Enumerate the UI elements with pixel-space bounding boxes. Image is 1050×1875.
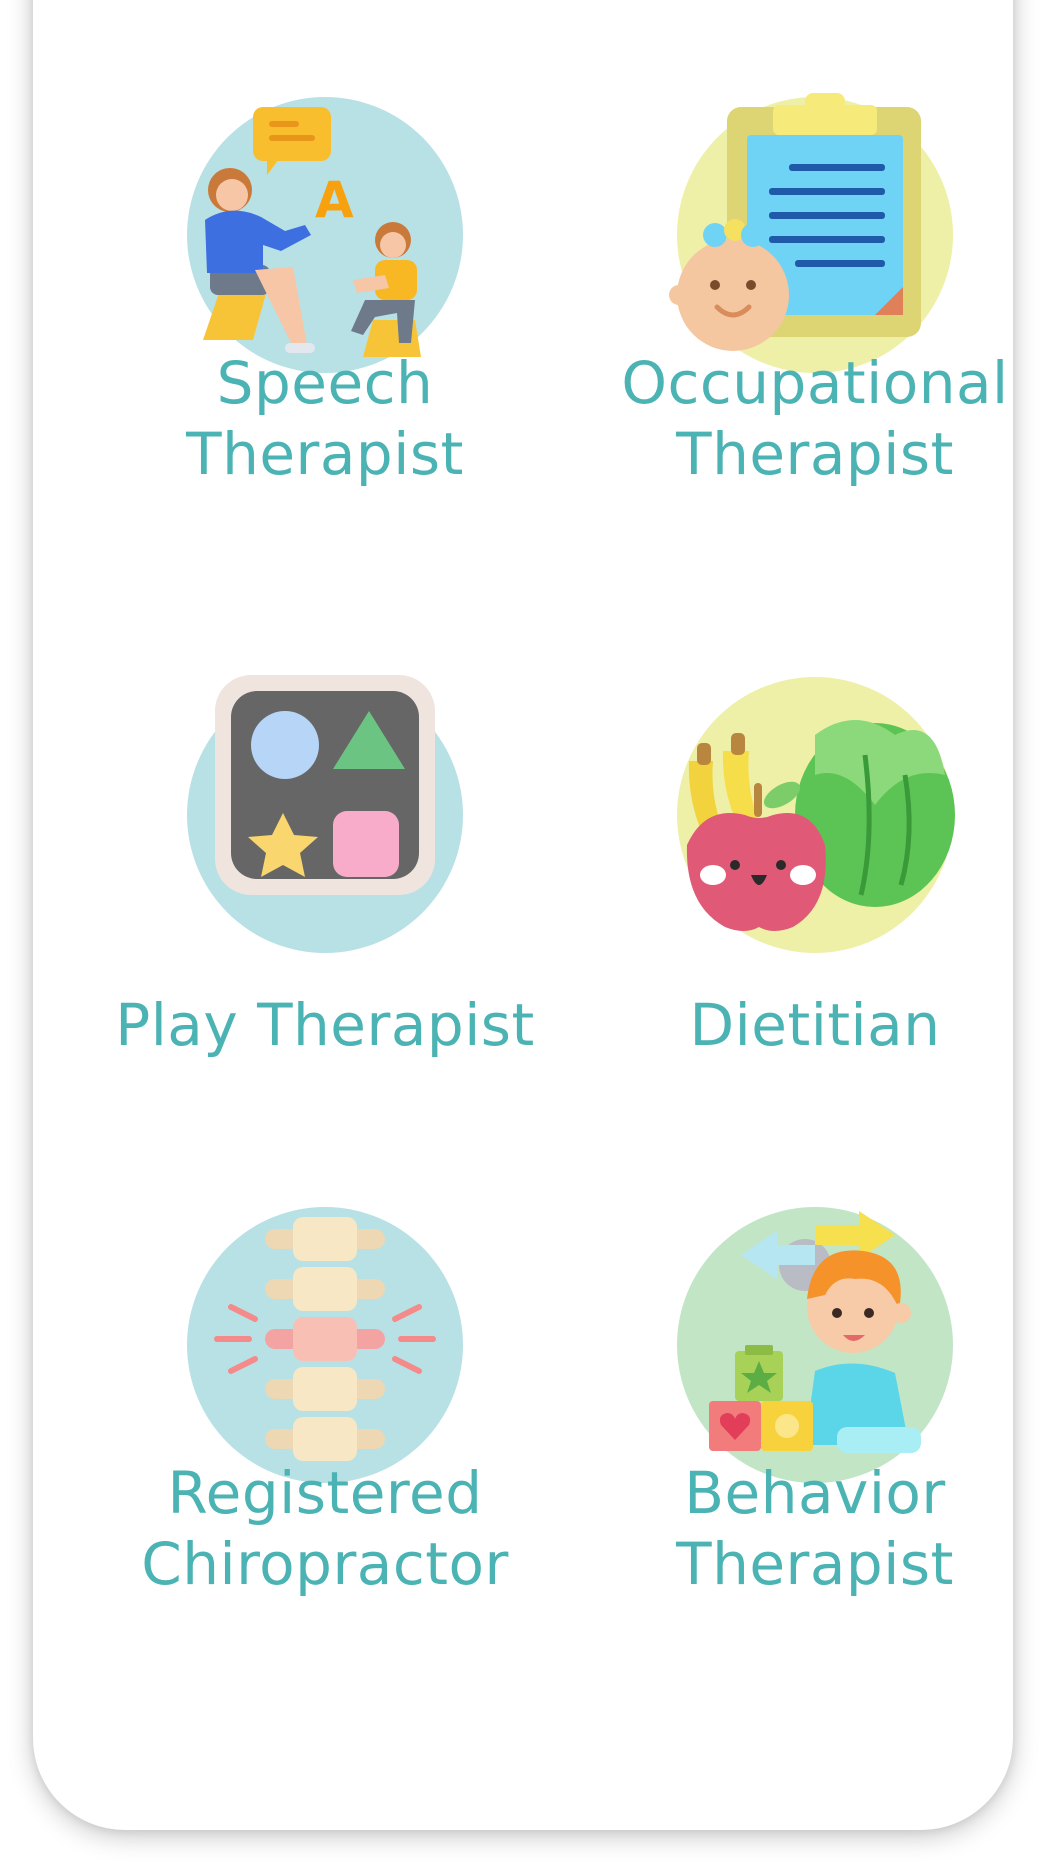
behavior-therapist-icon xyxy=(665,1195,965,1495)
label-line-2: Therapist xyxy=(186,420,464,488)
therapist-card: A Speech Therapist Occupational Therapis… xyxy=(33,0,1013,1830)
label-line-1: Play Therapist xyxy=(115,991,535,1059)
label-line-2: Chiropractor xyxy=(141,1530,509,1598)
dietitian-icon xyxy=(665,665,965,965)
tile-label: Occupational Therapist xyxy=(580,348,1050,490)
play-therapist-icon xyxy=(175,665,475,965)
speech-therapist-icon: A xyxy=(175,85,475,385)
tile-label: Dietitian xyxy=(580,990,1050,1061)
occupational-therapist-icon xyxy=(665,85,965,385)
label-line-1: Dietitian xyxy=(689,991,941,1059)
label-line-2: Therapist xyxy=(676,420,954,488)
label-line-1: Speech xyxy=(216,349,434,417)
label-line-1: Occupational xyxy=(621,349,1009,417)
tile-label: Behavior Therapist xyxy=(580,1458,1050,1600)
tile-label: Speech Therapist xyxy=(90,348,560,490)
tile-label: Play Therapist xyxy=(90,990,560,1061)
label-line-1: Behavior xyxy=(684,1459,946,1527)
label-line-1: Registered xyxy=(167,1459,483,1527)
chiropractor-icon xyxy=(175,1195,475,1495)
svg-text:A: A xyxy=(315,171,354,229)
tile-label: Registered Chiropractor xyxy=(90,1458,560,1600)
label-line-2: Therapist xyxy=(676,1530,954,1598)
